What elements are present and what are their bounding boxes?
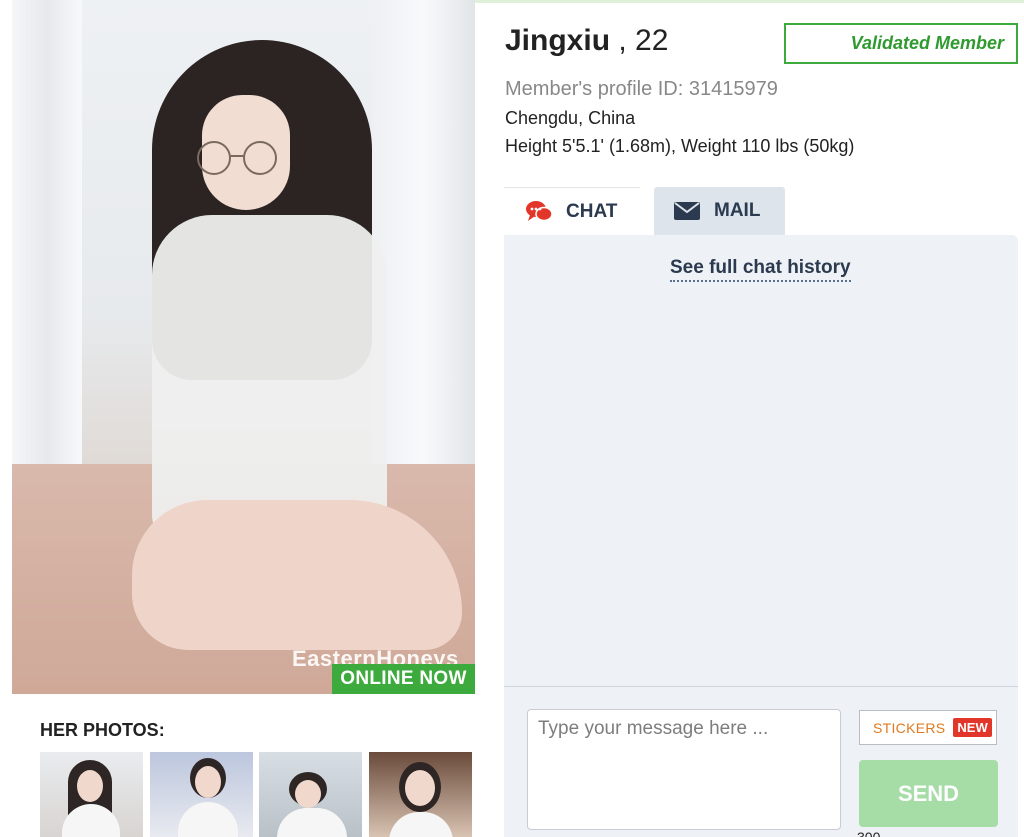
chat-history-panel [504,235,1018,687]
main-profile-photo[interactable] [12,0,475,694]
envelope-icon [674,202,700,220]
glasses-icon [197,141,277,175]
photo-thumbnail[interactable] [150,752,253,837]
stickers-label: STICKERS [873,719,946,736]
profile-location: Chengdu, China [505,108,636,128]
chat-bubbles-icon [526,200,552,224]
char-count: 300 [857,829,881,837]
photo-thumbnail[interactable] [259,752,362,837]
tab-chat[interactable]: CHAT [504,187,640,235]
see-full-chat-history-link[interactable]: See full chat history [670,257,851,282]
message-input[interactable] [527,709,841,830]
tab-mail-label: MAIL [714,200,761,221]
profile-id: Member's profile ID: 31415979 [505,78,778,100]
profile-name: Jingxiu [505,24,611,57]
validated-member-badge: Validated Member [784,23,1018,64]
tab-mail[interactable]: MAIL [654,187,785,235]
her-photos-title: HER PHOTOS: [40,720,165,740]
stickers-button[interactable]: STICKERS NEW [859,710,997,745]
profile-name-line: Jingxiu , 22 [505,24,668,58]
photo-thumbnail[interactable] [40,752,143,837]
figure-body [152,215,387,545]
profile-stats: Height 5'5.1' (1.68m), Weight 110 lbs (5… [505,136,855,156]
online-now-badge: ONLINE NOW [332,664,475,694]
new-badge: NEW [953,718,992,737]
profile-age: , 22 [610,24,669,57]
top-divider [475,0,1024,3]
tab-chat-label: CHAT [566,200,618,222]
figure-legs [132,500,462,650]
send-button[interactable]: SEND [859,760,998,827]
photo-thumbnail[interactable] [369,752,472,837]
